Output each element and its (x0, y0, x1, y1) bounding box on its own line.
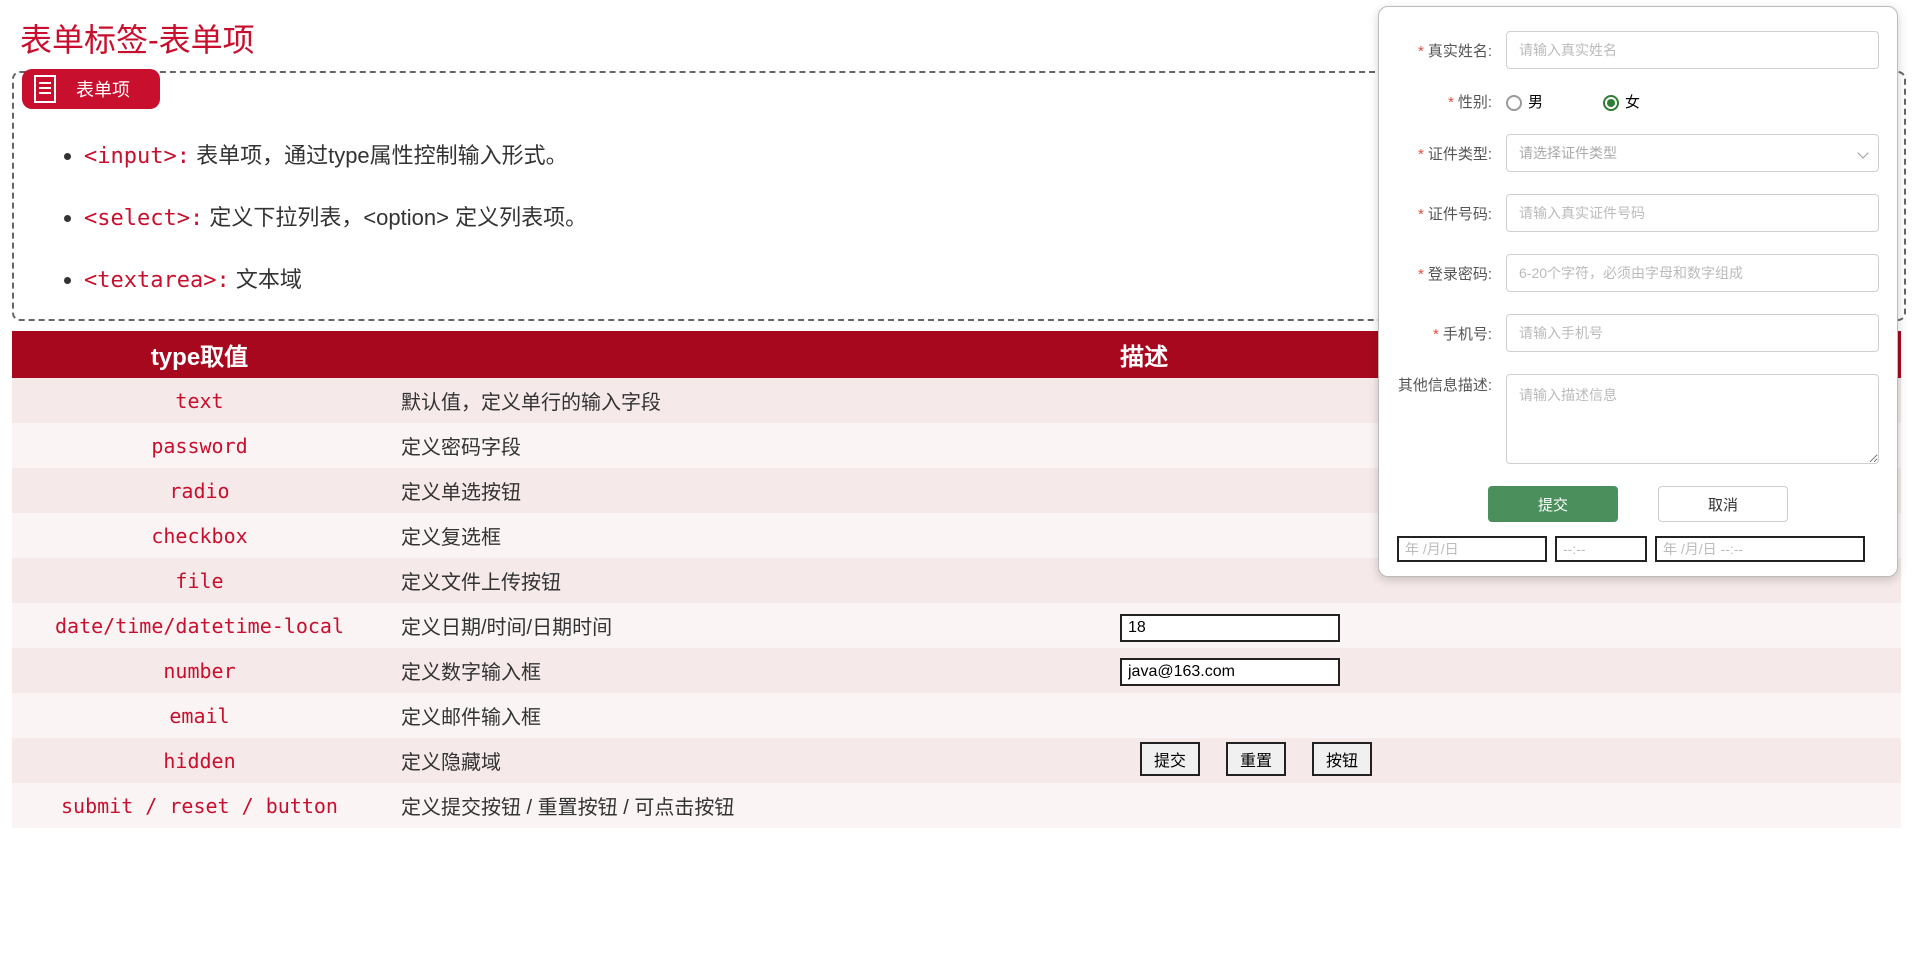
date-input[interactable] (1397, 536, 1547, 562)
password-input[interactable] (1506, 254, 1879, 292)
gender-male-radio[interactable]: 男 (1506, 91, 1543, 112)
phone-label: *手机号: (1397, 323, 1492, 344)
id-type-label: *证件类型: (1397, 143, 1492, 164)
phone-input[interactable] (1506, 314, 1879, 352)
tab-form-item: 表单项 (22, 69, 160, 109)
table-header: type取值 (12, 331, 387, 378)
form-cancel-button[interactable]: 取消 (1658, 486, 1788, 522)
gender-label: *性别: (1397, 91, 1492, 112)
form-card: *真实姓名: *性别: 男 女 *证件类型: 请选择证件类型 *证件号码: *登… (1378, 6, 1898, 577)
table-row: date/time/datetime-local定义日期/时间/日期时间 (12, 603, 1901, 648)
id-type-select[interactable]: 请选择证件类型 (1506, 134, 1879, 172)
reset-button[interactable]: 重置 (1226, 742, 1286, 776)
number-input[interactable] (1120, 614, 1340, 642)
code-snippet: <select>: (84, 206, 203, 231)
table-row: submit / reset / button定义提交按钮 / 重置按钮 / 可… (12, 783, 1901, 828)
code-snippet: <input>: (84, 144, 190, 169)
table-row: number定义数字输入框 (12, 648, 1901, 693)
email-input[interactable] (1120, 658, 1340, 686)
table-row: email定义邮件输入框 (12, 693, 1901, 738)
id-no-input[interactable] (1506, 194, 1879, 232)
code-snippet: <textarea>: (84, 268, 230, 293)
desc-textarea[interactable] (1506, 374, 1879, 464)
table-row: hidden定义隐藏域 (12, 738, 1901, 783)
form-submit-button[interactable]: 提交 (1488, 486, 1618, 522)
password-label: *登录密码: (1397, 263, 1492, 284)
id-no-label: *证件号码: (1397, 203, 1492, 224)
submit-button[interactable]: 提交 (1140, 742, 1200, 776)
datetime-input[interactable] (1655, 536, 1865, 562)
real-name-input[interactable] (1506, 31, 1879, 69)
document-icon (34, 75, 56, 103)
time-input[interactable] (1555, 536, 1647, 562)
real-name-label: *真实姓名: (1397, 40, 1492, 61)
gender-female-radio[interactable]: 女 (1603, 91, 1640, 112)
generic-button[interactable]: 按钮 (1312, 742, 1372, 776)
desc-label: 其他信息描述: (1397, 374, 1492, 395)
tab-label: 表单项 (76, 76, 130, 102)
